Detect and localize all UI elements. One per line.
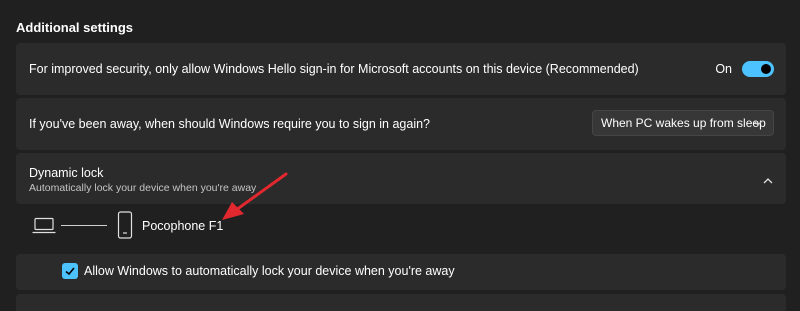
checkmark-icon xyxy=(65,267,75,276)
require-signin-label: If you've been away, when should Windows… xyxy=(29,117,431,131)
require-signin-card: If you've been away, when should Windows… xyxy=(16,98,786,150)
require-signin-dropdown[interactable]: When PC wakes up from sleep xyxy=(592,110,774,136)
phone-icon xyxy=(117,211,133,244)
chevron-down-icon xyxy=(753,117,763,132)
section-title: Additional settings xyxy=(16,20,133,35)
next-setting-card xyxy=(16,294,786,311)
toggle-knob xyxy=(761,64,771,74)
dynamic-lock-checkbox-row: Allow Windows to automatically lock your… xyxy=(16,254,786,290)
hello-signin-toggle-group[interactable]: On xyxy=(715,61,774,77)
hello-signin-label: For improved security, only allow Window… xyxy=(29,62,639,76)
dropdown-selected-value: When PC wakes up from sleep xyxy=(601,116,766,130)
laptop-icon xyxy=(32,217,56,240)
red-arrow-icon xyxy=(222,172,288,220)
hello-signin-card: For improved security, only allow Window… xyxy=(16,43,786,95)
dynamic-lock-header[interactable]: Dynamic lock Automatically lock your dev… xyxy=(16,153,786,204)
toggle-state-label: On xyxy=(715,62,732,76)
auto-lock-checkbox[interactable] xyxy=(62,263,78,279)
chevron-up-icon[interactable] xyxy=(762,173,774,191)
auto-lock-checkbox-label: Allow Windows to automatically lock your… xyxy=(84,264,455,278)
dynamic-lock-title: Dynamic lock xyxy=(29,166,104,180)
paired-device-row: Pocophone F1 xyxy=(16,205,786,251)
hello-signin-toggle[interactable] xyxy=(742,61,774,77)
settings-page: Additional settings For improved securit… xyxy=(0,0,800,311)
device-link-line xyxy=(61,225,107,226)
